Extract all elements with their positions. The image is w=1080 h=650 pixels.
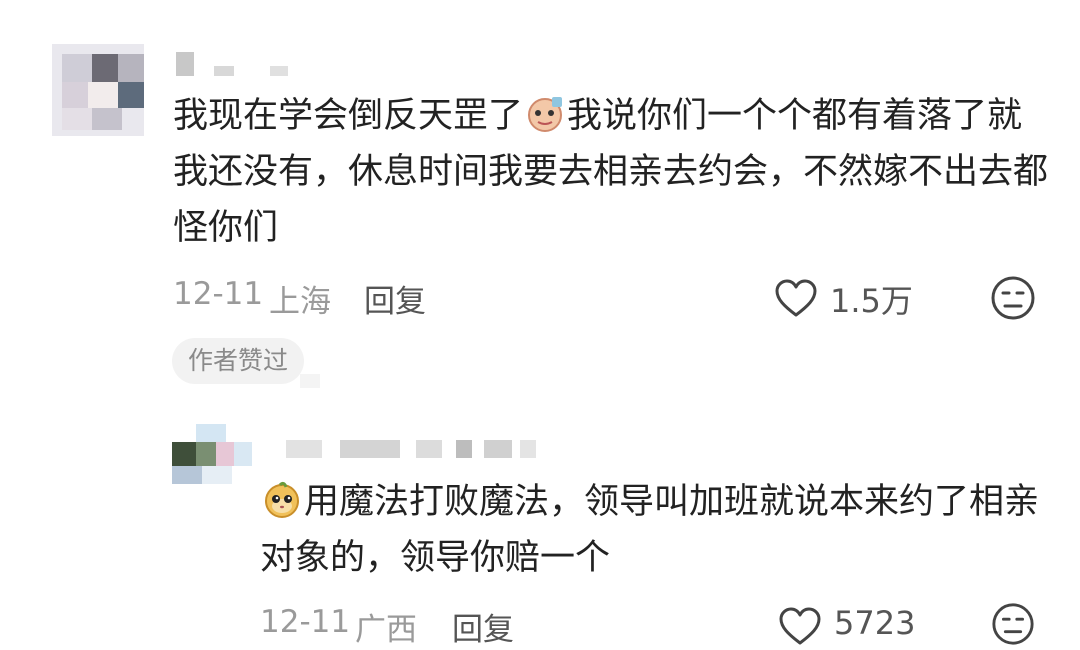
heart-icon [775, 279, 817, 317]
reply-reply-button[interactable]: 回复 [452, 604, 514, 649]
avatar[interactable] [52, 44, 144, 136]
reply-text-content: 用魔法打败魔法，领导叫加班就说本来约了相亲对象的，领导你赔一个 [260, 482, 1040, 578]
username[interactable] [176, 52, 296, 82]
neutral-face-icon [992, 603, 1034, 645]
reply-button[interactable]: 回复 [364, 276, 426, 321]
author-liked-badge: 作者赞过 [172, 338, 305, 384]
reply-dislike-face-button[interactable] [990, 602, 1036, 646]
reply-avatar[interactable] [172, 424, 252, 486]
reply-location: 广西 [355, 612, 417, 648]
comment-location: 上海 [269, 284, 331, 320]
comment-text: 我现在学会倒反天罡了 我说你们一个个都有着落了就我还没有，休息时间我要去相亲去约会… [173, 88, 1053, 256]
neutral-face-icon [991, 276, 1035, 320]
like-count: 1.5万 [830, 282, 913, 320]
comment-date: 12-11 [173, 276, 264, 312]
reply-like-count: 5723 [834, 604, 916, 642]
comment-text-part1: 我现在学会倒反天罡了 [173, 96, 524, 136]
like-button[interactable]: 1.5万 [774, 276, 924, 322]
reply-text: 用魔法打败魔法，领导叫加班就说本来约了相亲对象的，领导你赔一个 [260, 474, 1040, 586]
dislike-face-button[interactable] [990, 275, 1036, 321]
reply-date: 12-11 [260, 604, 351, 640]
monkey-sticker-icon [262, 479, 302, 519]
reply-username[interactable] [286, 440, 546, 460]
sticker-icon [525, 93, 565, 133]
reply-like-button[interactable]: 5723 [778, 604, 928, 648]
heart-icon [779, 607, 821, 645]
